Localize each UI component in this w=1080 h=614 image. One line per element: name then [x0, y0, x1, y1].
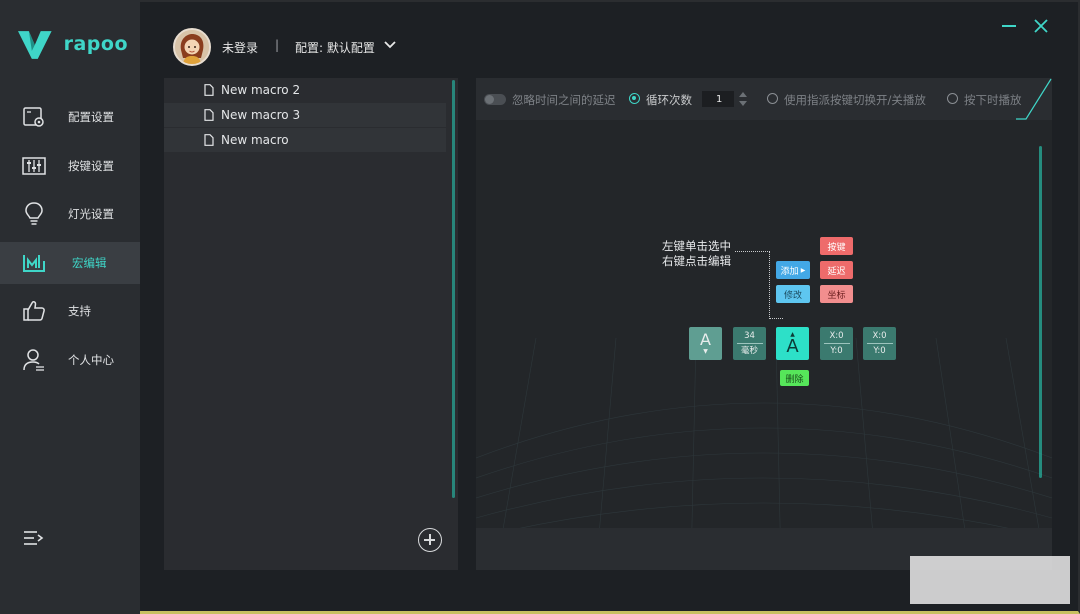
settings-card-icon [22, 105, 46, 129]
macro-list-scrollbar[interactable] [452, 80, 455, 498]
list-item[interactable]: New macro 2 [164, 78, 446, 102]
sidebar-item-label: 灯光设置 [68, 207, 114, 221]
hint-connector-line [735, 251, 770, 252]
macro-toolbar: 忽略时间之间的延迟 循环次数 1 使用指派按键切换开/关播放 按下时播放 [476, 78, 1052, 120]
sidebar: rapoo 配置设置 按键设置 灯光设置 宏编辑 支持 个人中心 [0, 0, 140, 614]
macro-icon [22, 251, 46, 275]
coord-y: Y:0 [830, 346, 843, 356]
coord-node[interactable]: X:0 Y:0 [863, 327, 896, 360]
coord-y: Y:0 [873, 346, 886, 356]
sidebar-item-label: 配置设置 [68, 110, 114, 124]
collapse-menu-icon[interactable] [22, 529, 46, 551]
sliders-icon [22, 154, 46, 178]
header-separator: | [275, 38, 280, 52]
node-divider [823, 343, 850, 344]
hint-connector-line [769, 318, 783, 319]
file-icon [204, 84, 214, 96]
key-node[interactable]: A ▼ [689, 327, 722, 360]
toolbar-corner-decoration [1016, 78, 1052, 120]
hold-mode-radio[interactable] [947, 93, 958, 104]
avatar-face-icon [175, 30, 209, 64]
sidebar-item-config[interactable]: 配置设置 [0, 96, 140, 138]
coord-x: X:0 [829, 331, 844, 341]
key-node-label: A [700, 329, 711, 349]
macro-editor-panel: 忽略时间之间的延迟 循环次数 1 使用指派按键切换开/关播放 按下时播放 左键单… [476, 78, 1052, 570]
add-label: 添加 [780, 266, 799, 277]
toggle-mode-radio[interactable] [767, 93, 778, 104]
triangle-down-icon: ▼ [703, 347, 708, 355]
list-item[interactable]: New macro [164, 128, 446, 152]
node-divider [866, 343, 893, 344]
sidebar-item-label: 宏编辑 [72, 255, 107, 270]
editor-scrollbar[interactable] [1039, 146, 1042, 478]
insert-coord-button[interactable]: 坐标 [820, 285, 853, 303]
hold-mode-label: 按下时播放 [964, 93, 1022, 107]
macro-name: New macro 2 [221, 83, 301, 97]
triangle-right-icon: ▶ [800, 266, 806, 274]
delay-value: 34 [744, 331, 755, 341]
coord-x: X:0 [872, 331, 887, 341]
insert-delay-button[interactable]: 延迟 [820, 261, 853, 279]
list-item[interactable]: New macro 3 [164, 103, 446, 127]
minimize-icon[interactable] [1002, 24, 1016, 28]
lightbulb-icon [22, 202, 46, 226]
sidebar-item-lighting[interactable]: 灯光设置 [0, 193, 140, 235]
delete-button[interactable]: 删除 [780, 370, 809, 386]
ignore-delay-label: 忽略时间之间的延迟 [512, 93, 616, 107]
hint-left-click: 左键单击选中 [662, 239, 731, 253]
sidebar-item-keys[interactable]: 按键设置 [0, 145, 140, 187]
add-macro-button[interactable] [418, 528, 442, 552]
delay-node[interactable]: 34 毫秒 [733, 327, 766, 360]
sidebar-item-label: 支持 [68, 304, 91, 318]
loop-times-label: 循环次数 [646, 93, 692, 107]
sidebar-item-label: 个人中心 [68, 352, 114, 367]
coord-node[interactable]: X:0 Y:0 [820, 327, 853, 360]
v-logo-icon [18, 31, 52, 59]
ignore-delay-toggle[interactable] [484, 94, 506, 105]
thumbs-up-icon [22, 299, 46, 323]
login-status[interactable]: 未登录 [222, 39, 258, 56]
brand-logo: rapoo [18, 26, 128, 62]
file-icon [204, 134, 214, 146]
insert-key-button[interactable]: 按键 [820, 237, 853, 255]
delay-unit: 毫秒 [740, 346, 758, 356]
sidebar-item-support[interactable]: 支持 [0, 290, 140, 332]
node-divider [736, 343, 763, 344]
watermark-overlay [910, 556, 1070, 604]
hint-right-click: 右键点击编辑 [662, 254, 731, 268]
toggle-mode-label: 使用指派按键切换开/关播放 [784, 93, 926, 107]
user-icon [22, 348, 46, 372]
stepper-arrows-icon[interactable] [738, 90, 748, 108]
sidebar-item-label: 按键设置 [68, 158, 114, 173]
close-icon[interactable] [1034, 19, 1048, 33]
avatar[interactable] [173, 28, 211, 66]
macro-name: New macro [221, 133, 289, 147]
macro-name: New macro 3 [221, 108, 301, 122]
loop-times-radio[interactable] [629, 93, 640, 104]
sidebar-item-macro[interactable]: 宏编辑 [0, 241, 140, 284]
loop-count-input[interactable]: 1 [702, 91, 734, 107]
chevron-down-icon[interactable] [383, 38, 397, 52]
selected-key-node[interactable]: ▲ A [776, 327, 809, 360]
brand-name: rapoo [63, 33, 128, 55]
config-selector-label[interactable]: 配置: 默认配置 [295, 39, 375, 56]
edit-button[interactable]: 修改 [776, 285, 810, 303]
file-icon [204, 109, 214, 121]
sidebar-item-profile[interactable]: 个人中心 [0, 339, 140, 381]
selected-key-label: A [786, 336, 799, 357]
add-button[interactable]: 添加 ▶ [776, 261, 810, 279]
grid-background-decoration [476, 337, 1052, 570]
macro-list-panel: New macro 2 New macro 3 New macro [164, 78, 458, 570]
sidebar-nav: 配置设置 按键设置 灯光设置 宏编辑 支持 个人中心 [0, 96, 140, 387]
hint-connector-line [769, 251, 770, 319]
